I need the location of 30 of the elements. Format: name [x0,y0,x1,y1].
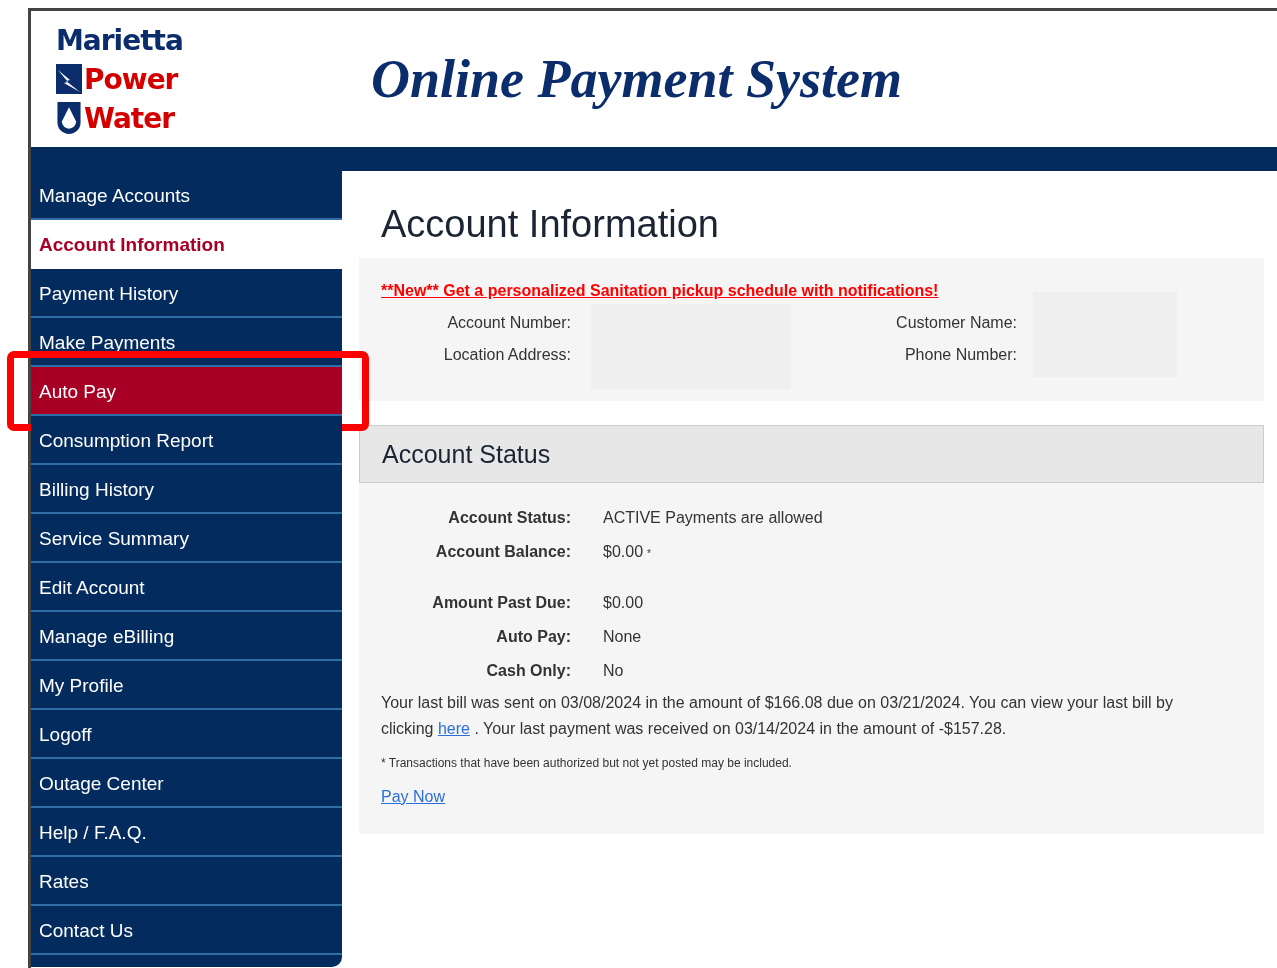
field-label: Account Number: [446,314,571,332]
footnote-mark: * [647,547,651,561]
logo-text: Marietta [56,23,183,57]
field-label: Location Address: [442,346,571,364]
sidebar-item[interactable]: Account Information [31,220,342,269]
section-title: Account Status [382,439,551,469]
status-label: Account Balance: [434,542,571,562]
field-label: Phone Number: [903,346,1017,364]
page-title: Account Information [381,203,720,246]
pay-now-link[interactable]: Pay Now [381,788,446,805]
here-link[interactable]: here [437,720,470,737]
status-value: $0.00 [603,542,644,562]
logo-text: Power [84,62,178,96]
status-label: Cash Only: [485,661,571,681]
summary-text: Your last bill was sent on 03/08/2024 in the amount of $166.08 due on 03/21/2024. You can view your last bill by clicking here . Your last payment was received on 03/14/2024 in the amount of -$157.28. [381,693,1174,739]
notice-link[interactable]: **New** Get a personalized Sanitation pickup schedule with notifications! [381,282,939,299]
status-value: ACTIVE Payments are allowed [603,508,823,528]
status-label: Auto Pay: [495,627,571,647]
status-value: No [603,661,624,681]
lightning-icon [56,63,82,95]
water-drop-icon [56,102,82,134]
sidebar-item[interactable]: Auto Pay [31,367,342,416]
status-value: $0.00 [603,593,644,613]
field-label: Customer Name: [895,314,1017,332]
logo-text: Water [84,101,174,135]
status-label: Amount Past Due: [431,593,571,613]
status-label: Account Status: [447,508,571,528]
status-value: None [603,627,642,647]
site-title: Online Payment System [371,48,902,110]
footnote-text: * Transactions that have been authorized but not yet posted may be included. [381,756,793,770]
